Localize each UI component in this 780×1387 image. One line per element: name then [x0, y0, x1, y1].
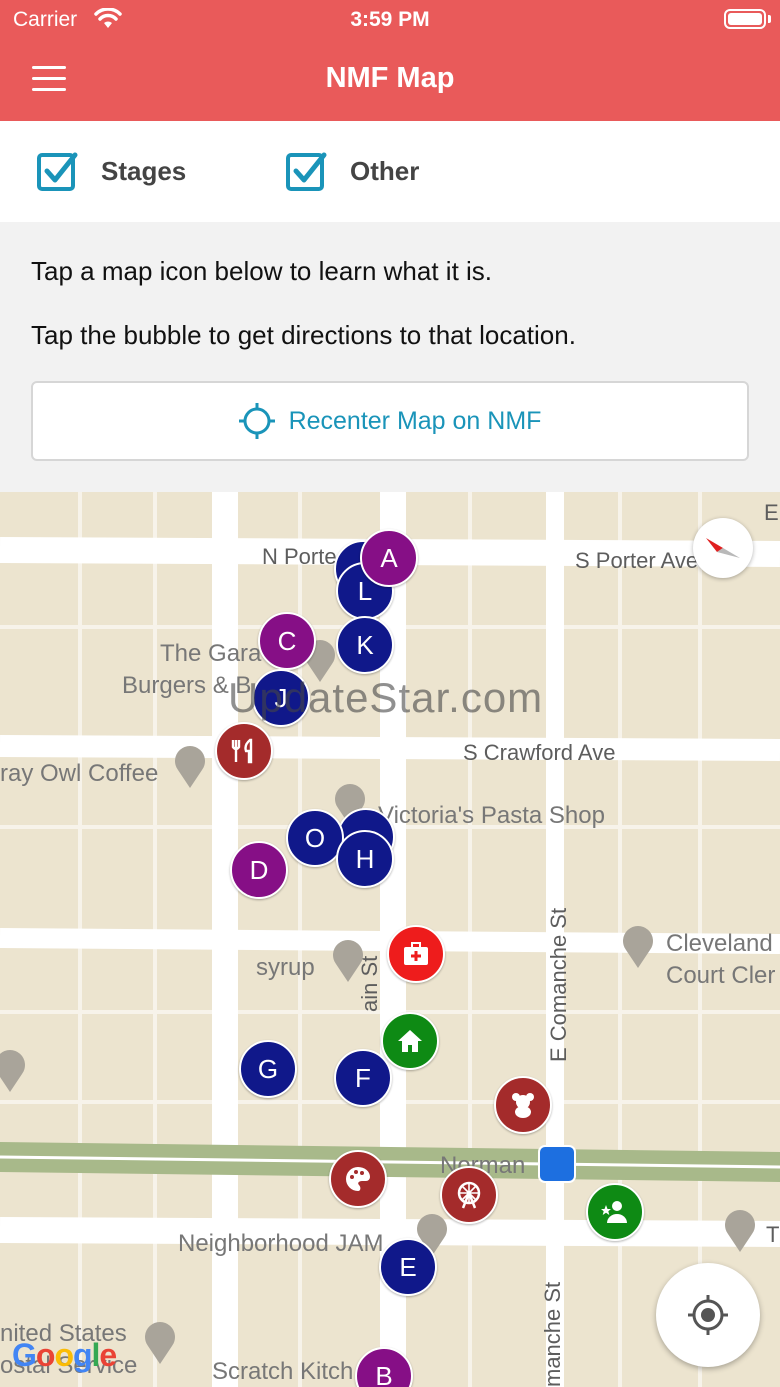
- map-marker-ferris-wheel[interactable]: [440, 1166, 498, 1224]
- palette-icon: [346, 1167, 370, 1191]
- map-marker-c[interactable]: C: [258, 612, 316, 670]
- home-icon: [398, 1030, 422, 1052]
- map-marker-restaurant[interactable]: [215, 722, 273, 780]
- first-aid-icon: [404, 942, 428, 965]
- checkbox-checked-icon[interactable]: [37, 151, 79, 191]
- street-label: N Porte: [262, 544, 337, 569]
- place-label: syrup: [256, 954, 315, 981]
- place-label: ray Owl Coffee: [0, 760, 159, 787]
- filter-other[interactable]: Other: [286, 151, 419, 191]
- restaurant-pin-icon: [333, 940, 363, 982]
- street-label: S Porter Ave: [575, 548, 699, 573]
- place-label: Neighborhood JAM: [178, 1230, 384, 1257]
- checkbox-checked-icon[interactable]: [286, 151, 328, 191]
- crosshair-icon: [238, 403, 275, 439]
- info-line-2: Tap the bubble to get directions to that…: [31, 320, 576, 350]
- ferris-wheel-icon: [457, 1181, 481, 1209]
- map-marker-palette[interactable]: [329, 1150, 387, 1208]
- map-marker-h[interactable]: H: [336, 830, 394, 888]
- map-view[interactable]: N Porte S Porter Ave S Crawford Ave E T …: [0, 492, 780, 1387]
- info-line-1: Tap a map icon below to learn what it is…: [31, 256, 493, 286]
- status-time: 3:59 PM: [350, 8, 430, 31]
- teddy-bear-icon: [512, 1093, 534, 1118]
- map-marker-g[interactable]: G: [239, 1040, 297, 1098]
- watermark: UpdateStar.com: [228, 674, 544, 721]
- google-logo: Google: [12, 1337, 117, 1373]
- street-label: E Comanche St: [546, 907, 571, 1062]
- place-label: Scratch Kitch: [212, 1358, 354, 1385]
- place-label: Cleveland: [666, 930, 773, 957]
- map-marker-f[interactable]: F: [334, 1049, 392, 1107]
- user-star-icon: [601, 1201, 627, 1223]
- landmark-pin-icon: [725, 1210, 755, 1252]
- coffee-pin-icon: [175, 746, 205, 788]
- my-location-button[interactable]: [656, 1263, 760, 1367]
- bar-pin-icon: [0, 1050, 25, 1092]
- map-marker-teddy-bear[interactable]: [494, 1076, 552, 1134]
- filter-bar: Stages Other: [0, 121, 780, 222]
- filter-stages-label: Stages: [101, 155, 187, 186]
- location-target-icon: [688, 1295, 728, 1335]
- map-marker-first-aid[interactable]: [387, 925, 445, 983]
- restaurant-icon: [231, 738, 253, 764]
- place-label: Court Cler: [666, 962, 776, 989]
- street-label: S Crawford Ave: [463, 740, 616, 765]
- compass-button[interactable]: [693, 518, 753, 578]
- mail-pin-icon: [145, 1322, 175, 1364]
- place-label: Victoria's Pasta Shop: [378, 802, 605, 829]
- status-bar: Carrier 3:59 PM: [0, 0, 780, 40]
- street-label: T: [766, 1222, 780, 1247]
- recenter-label: Recenter Map on NMF: [288, 406, 542, 435]
- battery-icon: [724, 9, 766, 29]
- map-marker-user-star[interactable]: [586, 1183, 644, 1241]
- recenter-button[interactable]: Recenter Map on NMF: [31, 381, 749, 461]
- courthouse-pin-icon: [623, 926, 653, 968]
- map-marker-d[interactable]: D: [230, 841, 288, 899]
- info-panel: Tap a map icon below to learn what it is…: [0, 222, 780, 492]
- map-marker-a[interactable]: A: [360, 529, 418, 587]
- compass-icon: [706, 538, 740, 558]
- map-marker-e[interactable]: E: [379, 1238, 437, 1296]
- street-label: E: [764, 500, 779, 525]
- filter-stages[interactable]: Stages: [37, 151, 186, 191]
- map-marker-home[interactable]: [381, 1012, 439, 1070]
- page-title: NMF Map: [325, 62, 455, 94]
- place-label: The Gara: [160, 640, 262, 667]
- bus-station-icon: [538, 1145, 576, 1183]
- map-marker-k[interactable]: K: [336, 616, 394, 674]
- battery-tip: [768, 15, 771, 23]
- header-bar: Carrier 3:59 PM NMF Map: [0, 0, 780, 121]
- filter-other-label: Other: [350, 155, 420, 186]
- street-label: manche St: [540, 1281, 565, 1387]
